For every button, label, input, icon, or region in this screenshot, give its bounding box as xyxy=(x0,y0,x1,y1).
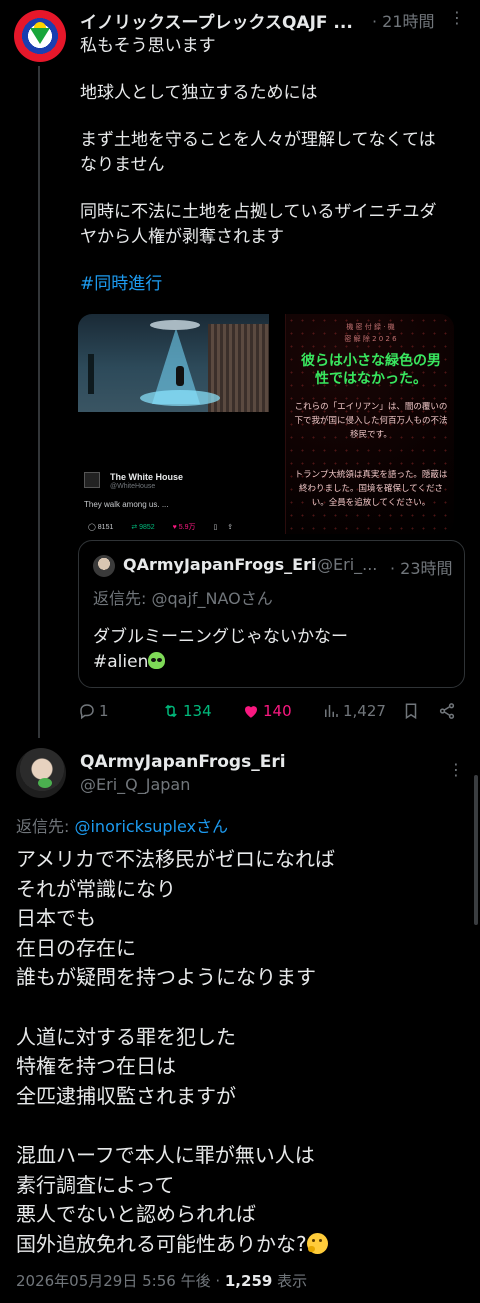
white-house-seal-icon xyxy=(84,472,100,488)
embedded-text: They walk among us. ... xyxy=(84,500,169,509)
media-image-left[interactable]: The White House @WhiteHouse They walk am… xyxy=(78,314,269,534)
running-person xyxy=(176,366,184,386)
tweet-time[interactable]: · 21時間 xyxy=(372,8,435,32)
quoted-display-name: QArmyJapanFrogs_Eri xyxy=(123,555,317,574)
user-handle[interactable]: @Eri_Q_Japan xyxy=(80,775,190,794)
reply-icon xyxy=(80,704,94,720)
tweet-1[interactable]: イノリックスープレックスQAJF ... · 21時間 ⋮ 私もそう思います 地… xyxy=(0,0,480,740)
heart-icon xyxy=(245,706,257,718)
media-image-right[interactable]: 機 密 付 録 · 機 密 解 除 2 0 2 6 彼らは小さな緑色の男性ではな… xyxy=(285,314,454,534)
text-line: 全匹逮捕収監されますが xyxy=(16,1083,236,1108)
text-line: それが常識になり xyxy=(16,876,176,901)
views-button[interactable]: 1,427 xyxy=(322,698,386,724)
like-count: 140 xyxy=(263,702,292,720)
text-line: ヤから人権が剥奪されます xyxy=(80,227,284,247)
views-count: 1,427 xyxy=(343,702,386,720)
text-line: 同時に不法に土地を占拠しているザイニチユダ xyxy=(80,202,437,222)
thinking-face-emoji-icon xyxy=(306,1232,328,1254)
text-line: 国外追放免れる可能性ありかな? xyxy=(16,1230,466,1260)
tweet-meta: 2026年05月29日 5:56 午後 · 1,259 表示 xyxy=(16,1270,307,1291)
views-icon xyxy=(325,705,338,717)
reply-count: 1 xyxy=(99,702,109,720)
embedded-account-handle: @WhiteHouse xyxy=(110,483,156,490)
beam-splash xyxy=(140,390,220,406)
embedded-likes: ♥ 5.9万 xyxy=(172,524,196,531)
text-line: 誰もが疑問を持つようになります xyxy=(16,965,316,989)
view-count: 1,259 xyxy=(224,1272,273,1290)
text-line: アメリカで不法移民がゼロになれば xyxy=(16,847,335,871)
embedded-share-icon: ⇪ xyxy=(227,524,234,531)
display-name[interactable]: QArmyJapanFrogs_Eri xyxy=(80,752,286,772)
display-name[interactable]: イノリックスープレックスQAJF ... xyxy=(80,13,353,33)
share-icon xyxy=(439,703,455,719)
text-line: 在日の存在に xyxy=(16,935,136,960)
doc-header: 密 解 除 2 0 2 6 xyxy=(344,335,397,343)
text-line: 特権を持つ在日は xyxy=(16,1054,176,1078)
hashtag-link[interactable]: #同時進行 xyxy=(80,272,465,297)
text-line: 地球人として独立するためには xyxy=(80,83,318,103)
embedded-replies: ◯ 8151 xyxy=(88,524,114,531)
reply-to: 返信先: @inoricksuplexさん xyxy=(16,817,229,836)
alien-emoji-icon xyxy=(148,652,166,669)
text-line: 素行調査によって xyxy=(16,1172,175,1197)
quoted-text-line: #alien xyxy=(93,650,348,675)
doc-text: トランプ大統領は真実を語った。隠蔽は終わりました。国境を確保してください。全員を… xyxy=(294,470,448,508)
bookmark-button[interactable] xyxy=(402,698,423,724)
quoted-text: ダブルミーニングじゃないかなー #alien xyxy=(93,625,348,675)
more-icon[interactable]: ⋮ xyxy=(448,760,464,779)
text-line: 人道に対する罪を犯した xyxy=(16,1024,236,1049)
quoted-reply-to: 返信先: @qajf_NAOさん xyxy=(93,589,273,608)
timestamp[interactable]: 2026年05月29日 5:56 午後 · xyxy=(16,1272,225,1290)
ufo-image xyxy=(78,314,269,412)
embedded-stats: ◯ 8151 ⇄ 9852 ♥ 5.9万 ▯ ⇪ xyxy=(88,522,268,534)
like-button[interactable]: 140 xyxy=(242,698,292,724)
tweet-header: イノリックスープレックスQAJF ... · 21時間 ⋮ xyxy=(80,8,465,33)
view-label: 表示 xyxy=(272,1272,308,1290)
text-line: 日本でも xyxy=(16,906,96,930)
mention-link[interactable]: @inoricksuplexさん xyxy=(74,817,228,836)
bookmark-icon xyxy=(405,703,417,720)
text-line: なりません xyxy=(80,155,165,175)
text-line: 混血ハーフで本人に罪が無い人は xyxy=(16,1143,315,1167)
ufo-saucer xyxy=(150,320,200,330)
embedded-retweets: ⇄ 9852 xyxy=(131,524,155,531)
text-line: まず土地を守ることを人々が理解してなくては xyxy=(80,130,436,150)
share-button[interactable] xyxy=(438,698,459,724)
embedded-bookmark-icon: ▯ xyxy=(213,524,218,531)
quoted-handle: @Eri_... xyxy=(317,555,378,574)
more-icon[interactable]: ⋮ xyxy=(449,8,465,27)
tweet-text: アメリカで不法移民がゼロになれば それが常識になり 日本でも 在日の存在に 誰も… xyxy=(16,845,466,1259)
cactus xyxy=(88,354,94,394)
retweet-count: 134 xyxy=(183,702,212,720)
retweet-button[interactable]: 134 xyxy=(162,698,212,724)
quoted-tweet[interactable]: QArmyJapanFrogs_Eri @Eri_... · 23時間 返信先:… xyxy=(78,540,465,688)
thread-line xyxy=(38,66,40,738)
text-line: 私もそう思います xyxy=(80,36,216,56)
frog-icon xyxy=(38,778,52,788)
quoted-time: · 23時間 xyxy=(390,559,453,578)
doc-text: これらの「エイリアン」は、闇の覆いの下で我が国に侵入した何百万人もの不法移民です… xyxy=(294,402,448,440)
media-attachment[interactable]: The White House @WhiteHouse They walk am… xyxy=(78,314,454,534)
tweet-text: 私もそう思います 地球人として独立するためには まず土地を守ることを人々が理解し… xyxy=(80,34,465,297)
retweet-icon xyxy=(165,704,177,718)
quoted-text-line: ダブルミーニングじゃないかなー xyxy=(93,627,348,647)
avatar[interactable] xyxy=(16,748,66,798)
embedded-account-name: The White House xyxy=(110,472,184,482)
quoted-avatar xyxy=(93,555,115,577)
action-bar: 1 134 140 1,427 xyxy=(78,698,465,724)
text-line: 悪人でないと認められれば xyxy=(16,1202,256,1226)
doc-header: 機 密 付 録 · 機 xyxy=(346,323,395,331)
doc-title: 彼らは小さな緑色の男性ではなかった。 xyxy=(301,353,441,387)
reply-button[interactable]: 1 xyxy=(78,698,109,724)
logo-triangle xyxy=(30,28,50,44)
avatar[interactable] xyxy=(14,10,66,62)
scrollbar[interactable] xyxy=(474,775,478,925)
